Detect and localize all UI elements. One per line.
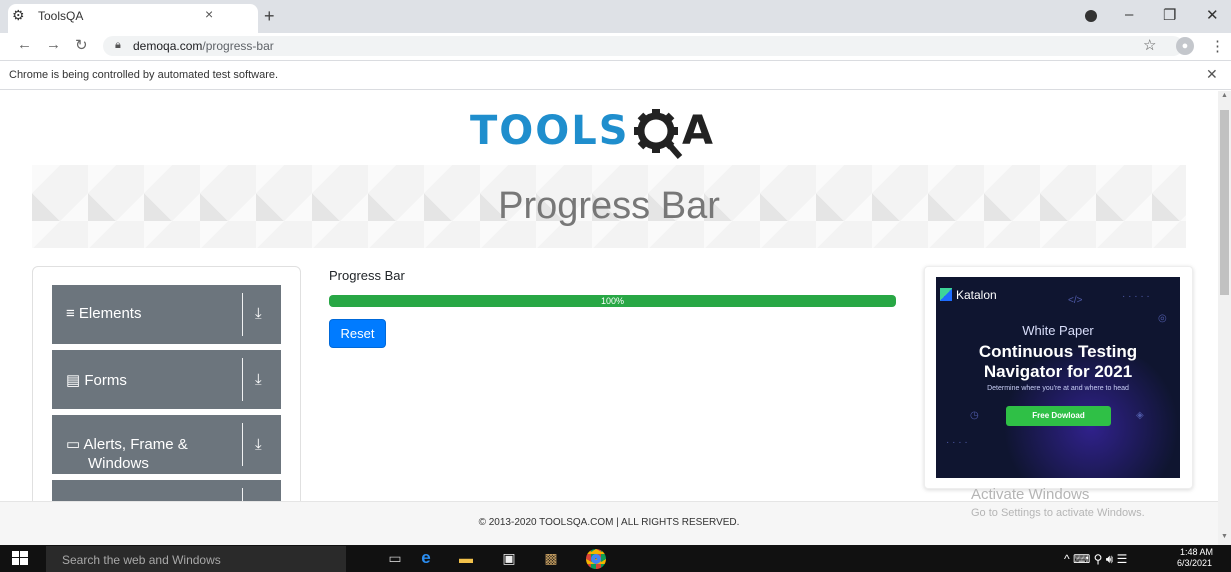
clock-time[interactable]: 1:48 AM [1180,547,1213,557]
download-arrow-icon[interactable]: ⤓ [255,371,262,388]
profile-dot-icon[interactable] [1085,10,1097,22]
url-path: /progress-bar [202,39,274,53]
ad-subline: Determine where you're at and where to h… [987,385,1129,392]
taskbar-search-placeholder: Search the web and Windows [62,553,221,567]
leaf-icon: ◈ [1136,410,1144,421]
toolsqa-logo[interactable]: TOOLS A [470,104,760,160]
chrome-icon[interactable] [586,549,606,569]
sidebar-group-label: ▤ Forms [66,372,127,389]
store-icon[interactable]: ▣ [500,549,518,567]
hamburger-icon: ≡ [66,305,79,322]
progress-bar: 100% [329,295,896,307]
activation-watermark-subtitle: Go to Settings to activate Windows. [971,507,1145,519]
url-host: demoqa.com [133,39,203,53]
group-divider [242,423,243,466]
ad-headline-2: Navigator for 2021 [983,362,1133,381]
sidebar-group-partial[interactable] [52,480,281,501]
infobar-close-icon[interactable]: ✕ [1206,66,1218,83]
group-divider [242,293,243,336]
dots-decoration-icon: · · · · [946,437,968,448]
download-arrow-icon[interactable]: ⤓ [255,436,262,453]
reload-icon[interactable]: ↻ [75,36,88,54]
sidebar-group-elements[interactable]: ≡ Elements ⤓ [52,285,281,344]
logo-text-qa: A [682,108,713,154]
back-arrow-icon[interactable]: ← [17,36,32,53]
new-tab-button[interactable]: + [264,6,275,27]
edge-browser-icon[interactable]: e [417,549,435,567]
tab-title: ToolsQA [38,9,84,23]
window-close-icon[interactable]: ✕ [1206,6,1219,24]
dots-decoration-icon: · · · · · [1122,291,1150,302]
katalon-logo-icon [940,288,952,301]
lock-icon: 🔒︎ [115,39,121,51]
ad-kicker: White Paper [1022,323,1094,338]
task-view-icon[interactable]: ▭ [386,549,404,567]
ad-headline-1: Continuous Testing [978,342,1138,361]
ad-download-button[interactable]: Free Dowload [1006,406,1111,426]
progress-label: Progress Bar [329,268,405,283]
system-tray[interactable]: ^ ⌨ ⚲ 🔊︎ ☰ [1064,552,1127,567]
url-text[interactable]: demoqa.com/progress-bar [133,39,274,53]
forward-arrow-icon[interactable]: → [46,36,61,53]
automation-notice: Chrome is being controlled by automated … [9,69,279,81]
sidebar-group-label: ▭ Alerts, Frame & [66,436,188,453]
reset-button[interactable]: Reset [329,319,386,348]
page-title: Progress Bar [498,185,720,227]
group-divider [242,358,243,401]
sidebar-group-forms[interactable]: ▤ Forms ⤓ [52,350,281,409]
sidebar-group-alerts[interactable]: ▭ Alerts, Frame & Windows ⤓ [52,415,281,474]
file-explorer-icon[interactable]: ▬ [457,549,475,567]
logo-gear-icon [634,109,683,159]
progress-value-text: 100% [600,296,625,306]
windows-start-icon[interactable] [12,551,28,565]
restore-icon[interactable]: ❐ [1163,6,1176,24]
ad-brand: Katalon [956,288,997,302]
code-icon: </> [1068,295,1083,306]
account-icon[interactable]: ● [1176,37,1194,55]
sidebar-group-label: ≡ Elements [66,305,142,322]
katalon-ad[interactable]: Katalon </> · · · · · ◎ White Paper Cont… [936,277,1180,478]
bookmark-star-icon[interactable]: ☆ [1143,36,1156,54]
download-arrow-icon[interactable]: ⤓ [255,305,262,322]
scroll-down-icon[interactable]: ▼ [1221,533,1228,540]
group-divider [242,488,243,501]
gear-icon: ⚙ [12,7,25,23]
sidebar-group-label-line2: Windows [88,455,149,472]
tab-close-icon[interactable]: × [205,6,213,22]
clock-date[interactable]: 6/3/2021 [1177,558,1212,568]
menu-kebab-icon[interactable]: ⋮ [1210,37,1225,55]
logo-text-tools: TOOLS [470,108,630,154]
document-icon: ▤ [66,372,85,389]
minimize-icon[interactable]: – [1125,6,1133,23]
app-icon[interactable]: ▩ [542,549,560,567]
clock-icon: ◷ [970,410,979,421]
scrollbar-thumb[interactable] [1220,110,1229,295]
activation-watermark-title: Activate Windows [971,486,1090,503]
scroll-up-icon[interactable]: ▲ [1221,92,1228,99]
window-icon: ▭ [66,436,84,453]
